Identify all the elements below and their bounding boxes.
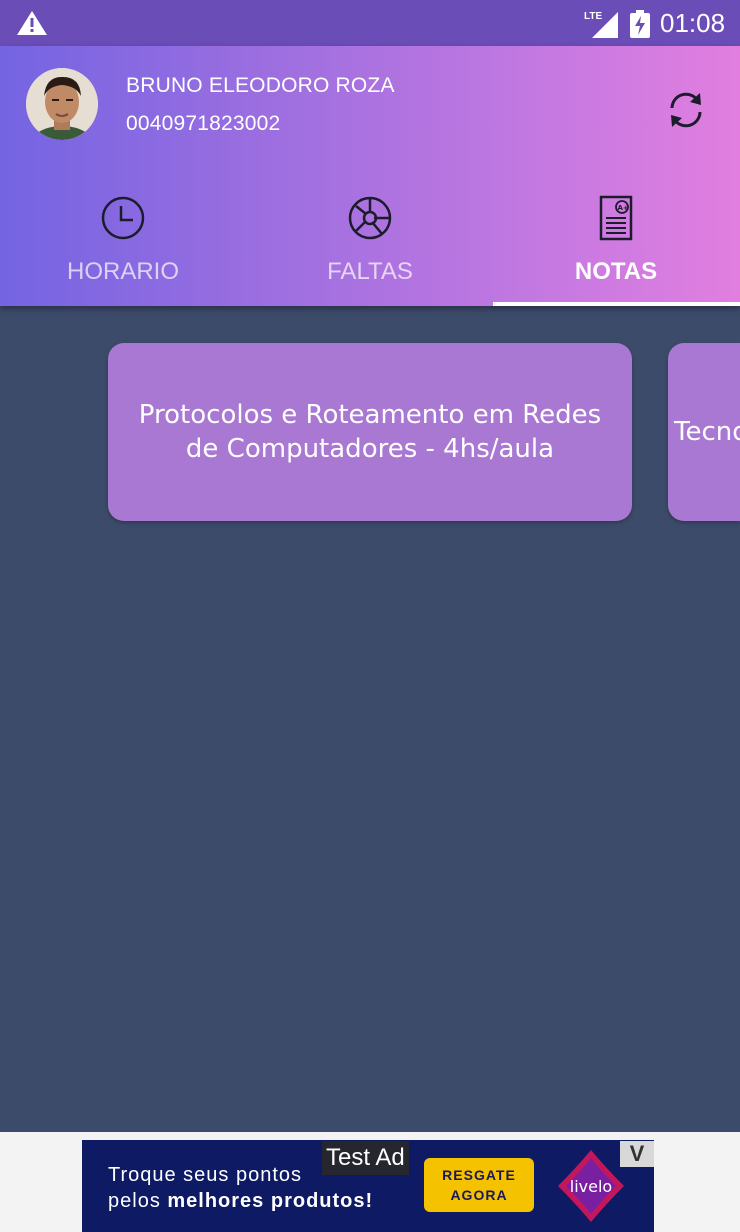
app-header: BRUNO ELEODORO ROZA 0040971823002 HORARI… bbox=[0, 46, 740, 306]
tab-notas[interactable]: A+ NOTAS bbox=[493, 186, 739, 306]
warning-icon bbox=[17, 11, 47, 35]
subject-card-title: Protocolos e Roteamento em Redes de Comp… bbox=[138, 400, 602, 464]
svg-text:A+: A+ bbox=[618, 204, 629, 212]
refresh-icon[interactable] bbox=[664, 88, 708, 132]
status-bar: LTE 01:08 bbox=[0, 0, 740, 46]
ad-line2: pelos melhores produtos! bbox=[108, 1190, 374, 1212]
pie-chart-icon bbox=[348, 196, 392, 240]
battery-charging-icon bbox=[630, 10, 650, 38]
status-clock: 01:08 bbox=[660, 8, 726, 38]
tab-notas-label: NOTAS bbox=[574, 258, 658, 285]
subject-card-title: Tecno bbox=[674, 417, 740, 447]
tab-horario-label: HORARIO bbox=[66, 258, 179, 285]
avatar[interactable] bbox=[26, 68, 98, 140]
network-type-label: LTE bbox=[584, 11, 602, 22]
ad-cta-button[interactable]: RESGATE AGORA bbox=[424, 1158, 534, 1212]
clock-icon bbox=[101, 196, 145, 240]
ad-line1: Troque seus pontos bbox=[108, 1164, 303, 1186]
active-tab-indicator bbox=[493, 302, 740, 306]
ad-close-button[interactable]: V bbox=[620, 1141, 654, 1167]
tab-faltas[interactable]: FALTAS bbox=[247, 186, 493, 306]
subject-card[interactable]: Protocolos e Roteamento em Redes de Comp… bbox=[108, 343, 632, 521]
user-id: 0040971823002 bbox=[126, 112, 281, 135]
livelo-logo-icon: livelo bbox=[558, 1150, 624, 1222]
user-name: BRUNO ELEODORO ROZA bbox=[126, 74, 395, 97]
ad-brand: livelo bbox=[570, 1177, 612, 1196]
subject-card-partial[interactable]: Tecno bbox=[668, 343, 740, 521]
lte-signal-icon: LTE bbox=[584, 11, 618, 38]
user-photo bbox=[26, 68, 98, 140]
tab-faltas-label: FALTAS bbox=[327, 258, 413, 285]
tab-bar: HORARIO FALTAS A+ NOTAS bbox=[0, 186, 740, 306]
grade-report-icon: A+ bbox=[599, 195, 633, 241]
tab-horario[interactable]: HORARIO bbox=[0, 186, 246, 306]
test-ad-label: Test Ad bbox=[322, 1141, 409, 1175]
